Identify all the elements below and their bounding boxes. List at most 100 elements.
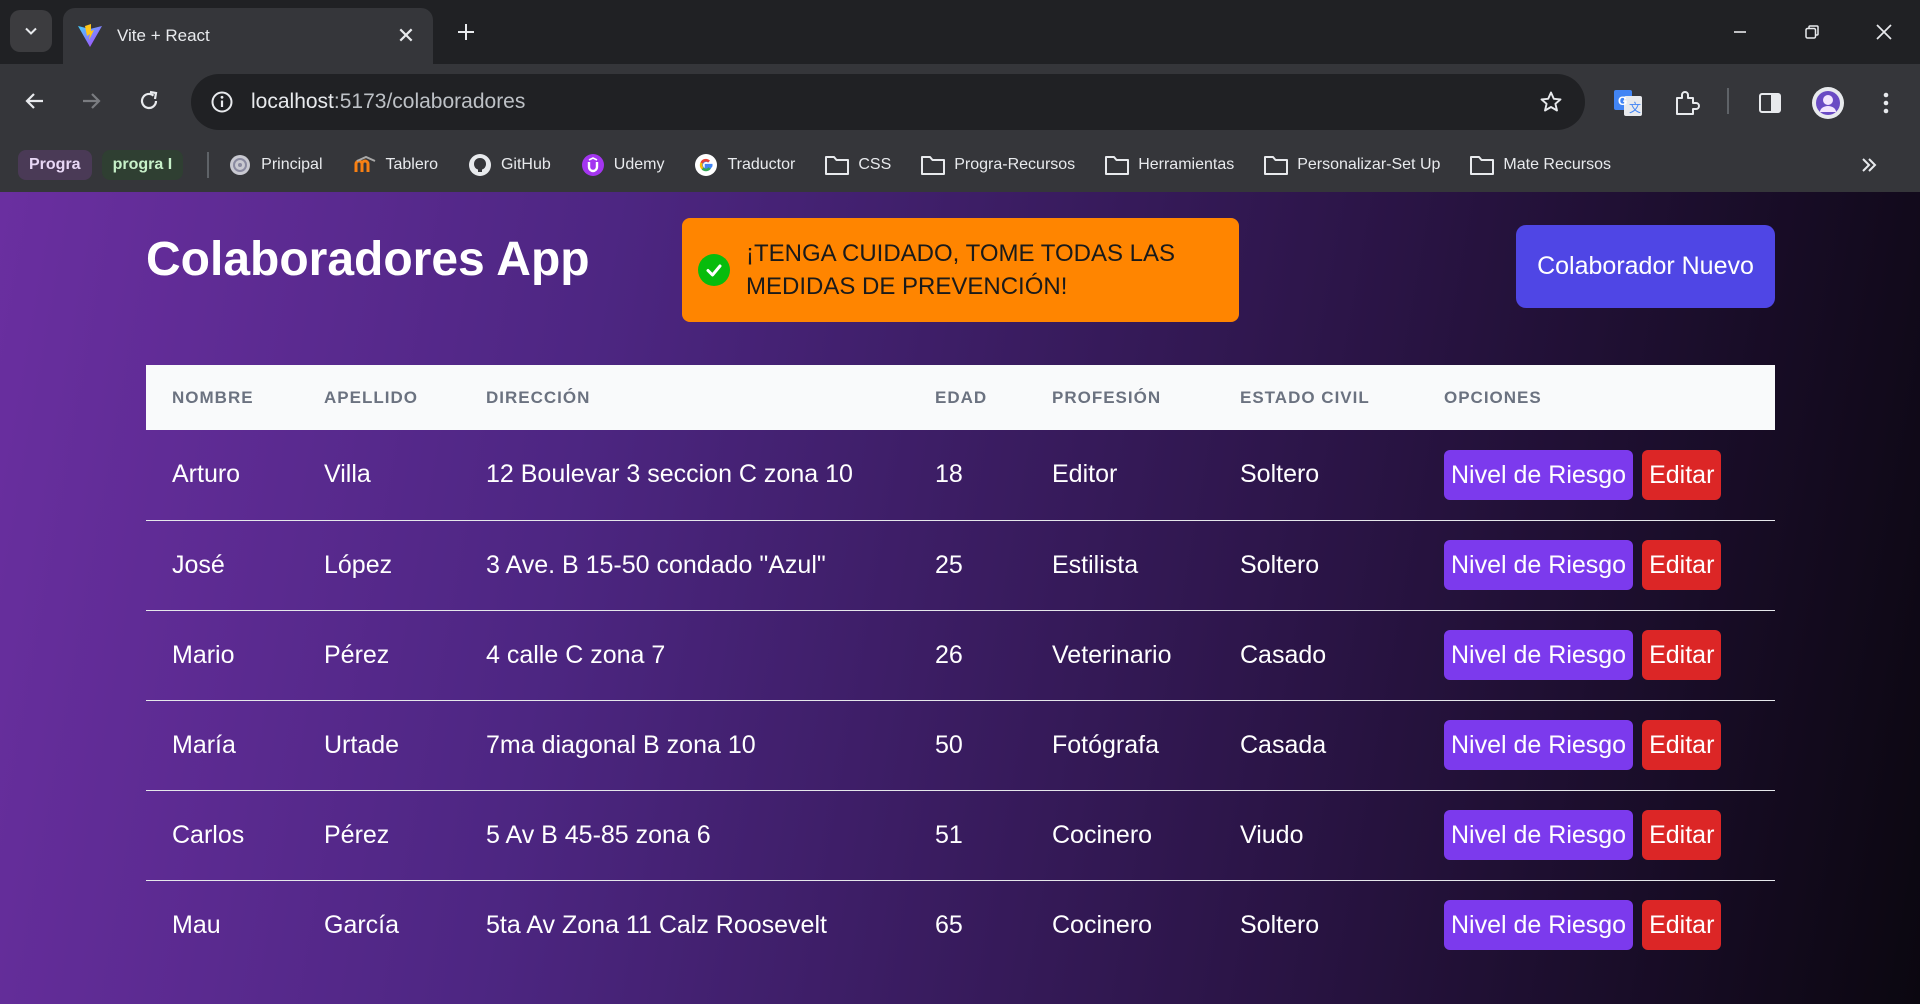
bookmark-label: Principal (261, 156, 323, 173)
google-translate-button[interactable]: G文 (1608, 83, 1648, 123)
bookmark-traductor[interactable]: Traductor (693, 152, 795, 178)
cell-nombre: Mario (172, 640, 235, 669)
cell-apellido: Pérez (324, 640, 390, 669)
arrow-right-icon (83, 93, 101, 109)
side-panel-button[interactable] (1750, 83, 1790, 123)
collaborators-table: NOMBRE APELLIDO DIRECCIÓN EDAD PROFESIÓN… (146, 365, 1775, 970)
cell-opciones: Nivel de Riesgo Editar (1418, 610, 1775, 700)
tab-strip: Vite + React ✕ (0, 0, 1920, 64)
cell-direccion: 4 calle C zona 7 (486, 640, 666, 669)
cell-nombre: José (172, 550, 225, 579)
new-tab-button[interactable] (448, 14, 484, 50)
cell-edad: 65 (935, 910, 963, 939)
bookmark-folder-mate-recursos[interactable]: Mate Recursos (1469, 152, 1611, 178)
more-bookmarks-button[interactable] (1856, 152, 1882, 178)
reload-button[interactable] (131, 83, 167, 119)
side-panel-icon (1759, 93, 1781, 113)
close-tab-icon[interactable]: ✕ (393, 23, 419, 49)
bookmark-label: CSS (858, 156, 892, 173)
app-page: Colaboradores App ¡TENGA CUIDADO, TOME T… (0, 192, 1920, 1004)
risk-level-button[interactable]: Nivel de Riesgo (1444, 540, 1634, 590)
cell-opciones: Nivel de Riesgo Editar (1418, 520, 1775, 610)
edit-button[interactable]: Editar (1642, 630, 1722, 680)
bookmark-folder-personalizar[interactable]: Personalizar-Set Up (1263, 152, 1440, 178)
risk-level-button[interactable]: Nivel de Riesgo (1444, 810, 1634, 860)
cell-direccion: 12 Boulevar 3 seccion C zona 10 (486, 460, 853, 489)
minimize-button[interactable] (1704, 0, 1776, 64)
risk-level-button[interactable]: Nivel de Riesgo (1444, 720, 1634, 770)
cell-direccion: 7ma diagonal B zona 10 (486, 730, 756, 759)
bookmark-udemy[interactable]: Udemy (580, 152, 664, 178)
edit-button[interactable]: Editar (1642, 900, 1722, 951)
minimize-icon (1734, 31, 1746, 33)
browser-toolbar: localhost:5173/colaboradores G文 (0, 64, 1920, 138)
bookmarks-divider (207, 152, 210, 178)
bookmark-folder-progra-recursos[interactable]: Progra-Recursos (920, 152, 1075, 178)
chevron-down-icon (25, 27, 37, 35)
close-window-button[interactable] (1848, 0, 1920, 64)
table-row: Arturo Villa 12 Boulevar 3 seccion C zon… (146, 430, 1775, 520)
warning-toast[interactable]: ¡TENGA CUIDADO, TOME TODAS LAS MEDIDAS D… (682, 218, 1239, 322)
risk-level-button[interactable]: Nivel de Riesgo (1444, 900, 1634, 951)
cell-apellido: Villa (324, 460, 371, 489)
cell-edad: 51 (935, 820, 963, 849)
profile-button[interactable] (1808, 83, 1848, 123)
site-info-button[interactable] (205, 85, 239, 119)
close-icon (1876, 24, 1892, 40)
bookmark-label: Traductor (727, 156, 796, 173)
header-apellido: APELLIDO (324, 387, 418, 407)
header-edad: EDAD (935, 387, 988, 407)
url-text[interactable]: localhost:5173/colaboradores (251, 90, 1531, 114)
cell-estado-civil: Soltero (1240, 910, 1320, 939)
cell-profesion: Editor (1052, 460, 1118, 489)
bookmark-principal[interactable]: Principal (227, 152, 323, 178)
bookmark-star-button[interactable] (1531, 82, 1571, 122)
bookmarks-bar: Progra progra I Principal Tablero GitHub… (0, 138, 1920, 192)
globe-icon (227, 152, 253, 178)
bookmark-group-progra-i[interactable]: progra I (101, 150, 184, 180)
moodle-icon (352, 152, 378, 178)
table-row: Mario Pérez 4 calle C zona 7 26 Veterina… (146, 610, 1775, 700)
folder-icon (1104, 152, 1130, 178)
udemy-icon (580, 152, 606, 178)
bookmark-label: Personalizar-Set Up (1297, 156, 1441, 173)
bookmark-label: Tablero (385, 156, 438, 173)
bookmark-group-progra[interactable]: Progra (18, 150, 92, 180)
header-estado-civil: ESTADO CIVIL (1240, 387, 1370, 407)
cell-profesion: Fotógrafa (1052, 730, 1160, 759)
bookmark-folder-css[interactable]: CSS (824, 152, 891, 178)
restore-button[interactable] (1776, 0, 1848, 64)
edit-button[interactable]: Editar (1642, 540, 1722, 590)
page-title: Colaboradores App (146, 233, 590, 286)
cell-apellido: Urtade (324, 730, 400, 759)
cell-direccion: 5 Av B 45-85 zona 6 (486, 820, 711, 849)
new-collaborator-button[interactable]: Colaborador Nuevo (1516, 225, 1775, 308)
edit-button[interactable]: Editar (1642, 720, 1722, 770)
forward-button[interactable] (73, 83, 109, 119)
tab-search-button[interactable] (10, 10, 52, 52)
svg-text:文: 文 (1629, 100, 1641, 115)
table-row: José López 3 Ave. B 15-50 condado "Azul"… (146, 520, 1775, 610)
edit-button[interactable]: Editar (1642, 810, 1722, 860)
star-icon (1540, 91, 1562, 112)
cell-nombre: Mau (172, 910, 221, 939)
bookmark-github[interactable]: GitHub (467, 152, 551, 178)
address-bar[interactable]: localhost:5173/colaboradores (191, 74, 1585, 130)
bookmark-tablero[interactable]: Tablero (352, 152, 438, 178)
browser-menu-button[interactable] (1866, 83, 1906, 123)
browser-tab-active[interactable]: Vite + React ✕ (63, 8, 433, 64)
header-nombre: NOMBRE (172, 387, 254, 407)
edit-button[interactable]: Editar (1642, 449, 1722, 500)
extensions-button[interactable] (1666, 83, 1706, 123)
risk-level-button[interactable]: Nivel de Riesgo (1444, 449, 1634, 500)
table-row: Mau García 5ta Av Zona 11 Calz Roosevelt… (146, 880, 1775, 970)
vite-logo-icon (78, 24, 102, 47)
cell-direccion: 3 Ave. B 15-50 condado "Azul" (486, 550, 826, 579)
cell-edad: 25 (935, 550, 963, 579)
cell-profesion: Veterinario (1052, 640, 1172, 669)
risk-level-button[interactable]: Nivel de Riesgo (1444, 630, 1634, 680)
cell-apellido: García (324, 910, 400, 939)
bookmark-folder-herramientas[interactable]: Herramientas (1104, 152, 1234, 178)
header-profesion: PROFESIÓN (1052, 387, 1162, 407)
back-button[interactable] (17, 83, 53, 119)
